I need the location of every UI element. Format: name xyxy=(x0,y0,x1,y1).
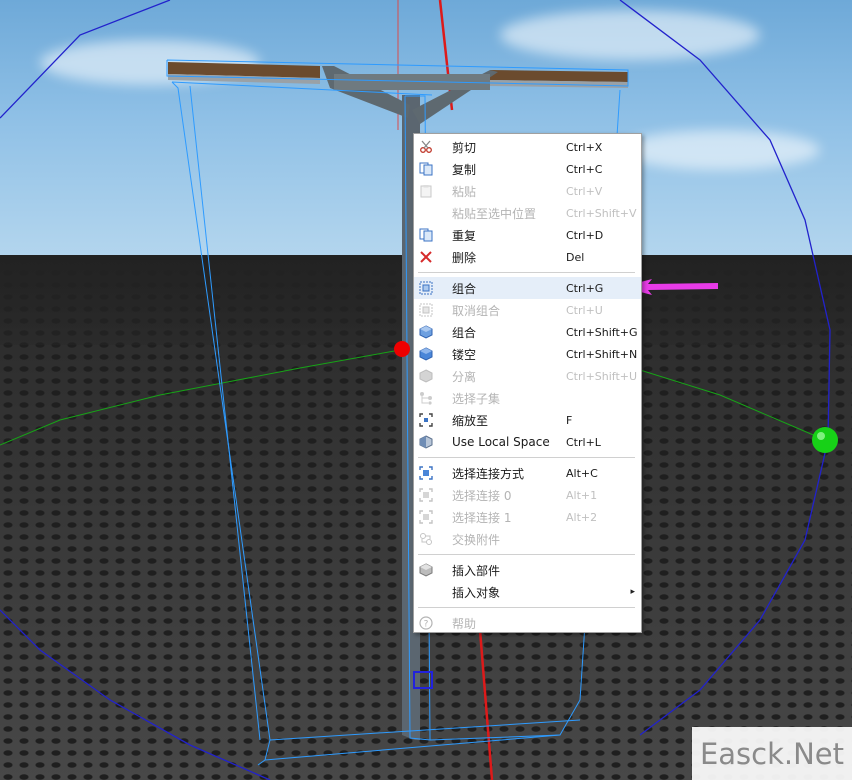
menu-item-swap-attachment[interactable]: 交换附件 xyxy=(414,528,641,550)
menu-item-use-local-space[interactable]: Use Local Space Ctrl+L xyxy=(414,431,641,453)
red-axis-line xyxy=(478,629,494,780)
ungroup-icon xyxy=(418,302,434,318)
swap-attachment-icon xyxy=(418,531,434,547)
red-gizmo-handle xyxy=(394,341,410,357)
menu-item-delete[interactable]: 删除 Del xyxy=(414,246,641,268)
green-gizmo-highlight xyxy=(817,432,825,440)
separate-icon xyxy=(418,368,434,384)
menu-item-union[interactable]: 组合 Ctrl+Shift+G xyxy=(414,321,641,343)
menu-separator xyxy=(418,554,635,555)
menu-separator xyxy=(418,607,635,608)
menu-item-select-connection-0[interactable]: 选择连接 0 Alt+1 xyxy=(414,484,641,506)
watermark: Easck.Net xyxy=(692,727,852,780)
green-gizmo-handle xyxy=(812,427,838,453)
insert-part-icon xyxy=(418,562,434,578)
menu-item-cut[interactable]: 剪切 Ctrl+X xyxy=(414,136,641,158)
group-icon xyxy=(418,280,434,296)
select-connection-icon xyxy=(418,465,434,481)
negate-icon xyxy=(418,346,434,362)
submenu-arrow-icon: ▸ xyxy=(630,587,635,597)
select-connection-0-icon xyxy=(418,487,434,503)
help-icon: ? xyxy=(418,615,434,631)
scissors-icon xyxy=(418,139,434,155)
svg-text:?: ? xyxy=(424,620,429,630)
context-menu: 剪切 Ctrl+X 复制 Ctrl+C 粘贴 Ctrl+V 粘贴至选中位置 Ct… xyxy=(413,133,642,633)
rotation-ring-blue xyxy=(619,0,831,736)
rotation-ring-blue xyxy=(0,0,171,119)
union-icon xyxy=(418,324,434,340)
select-children-icon xyxy=(418,390,434,406)
menu-separator xyxy=(418,457,635,458)
local-space-icon xyxy=(418,434,434,450)
menu-item-help[interactable]: ? 帮助 xyxy=(414,612,641,634)
delete-icon xyxy=(418,249,434,265)
menu-separator xyxy=(418,272,635,273)
select-connection-1-icon xyxy=(418,509,434,525)
menu-item-zoom-to[interactable]: 缩放至 F xyxy=(414,409,641,431)
rotation-ring-blue xyxy=(0,609,271,780)
menu-item-select-connection[interactable]: 选择连接方式 Alt+C xyxy=(414,462,641,484)
menu-item-ungroup[interactable]: 取消组合 Ctrl+U xyxy=(414,299,641,321)
zoom-to-icon xyxy=(418,412,434,428)
menu-item-select-connection-1[interactable]: 选择连接 1 Alt+2 xyxy=(414,506,641,528)
crossarm-wood-right xyxy=(490,70,628,82)
menu-item-negate[interactable]: 镂空 Ctrl+Shift+N xyxy=(414,343,641,365)
menu-item-paste-into-selection[interactable]: 粘贴至选中位置 Ctrl+Shift+V xyxy=(414,202,641,224)
menu-item-separate[interactable]: 分离 Ctrl+Shift+U xyxy=(414,365,641,387)
menu-item-insert-part[interactable]: 插入部件 xyxy=(414,559,641,581)
copy-icon xyxy=(418,161,434,177)
menu-item-group[interactable]: 组合 Ctrl+G xyxy=(414,277,641,299)
menu-item-copy[interactable]: 复制 Ctrl+C xyxy=(414,158,641,180)
rotation-ring-green xyxy=(639,369,826,441)
paste-icon xyxy=(418,183,434,199)
menu-item-duplicate[interactable]: 重复 Ctrl+D xyxy=(414,224,641,246)
menu-item-select-children[interactable]: 选择子集 xyxy=(414,387,641,409)
menu-item-paste[interactable]: 粘贴 Ctrl+V xyxy=(414,180,641,202)
duplicate-icon xyxy=(418,227,434,243)
menu-item-insert-object[interactable]: 插入对象 ▸ xyxy=(414,581,641,603)
rotation-ring-green xyxy=(0,349,401,446)
